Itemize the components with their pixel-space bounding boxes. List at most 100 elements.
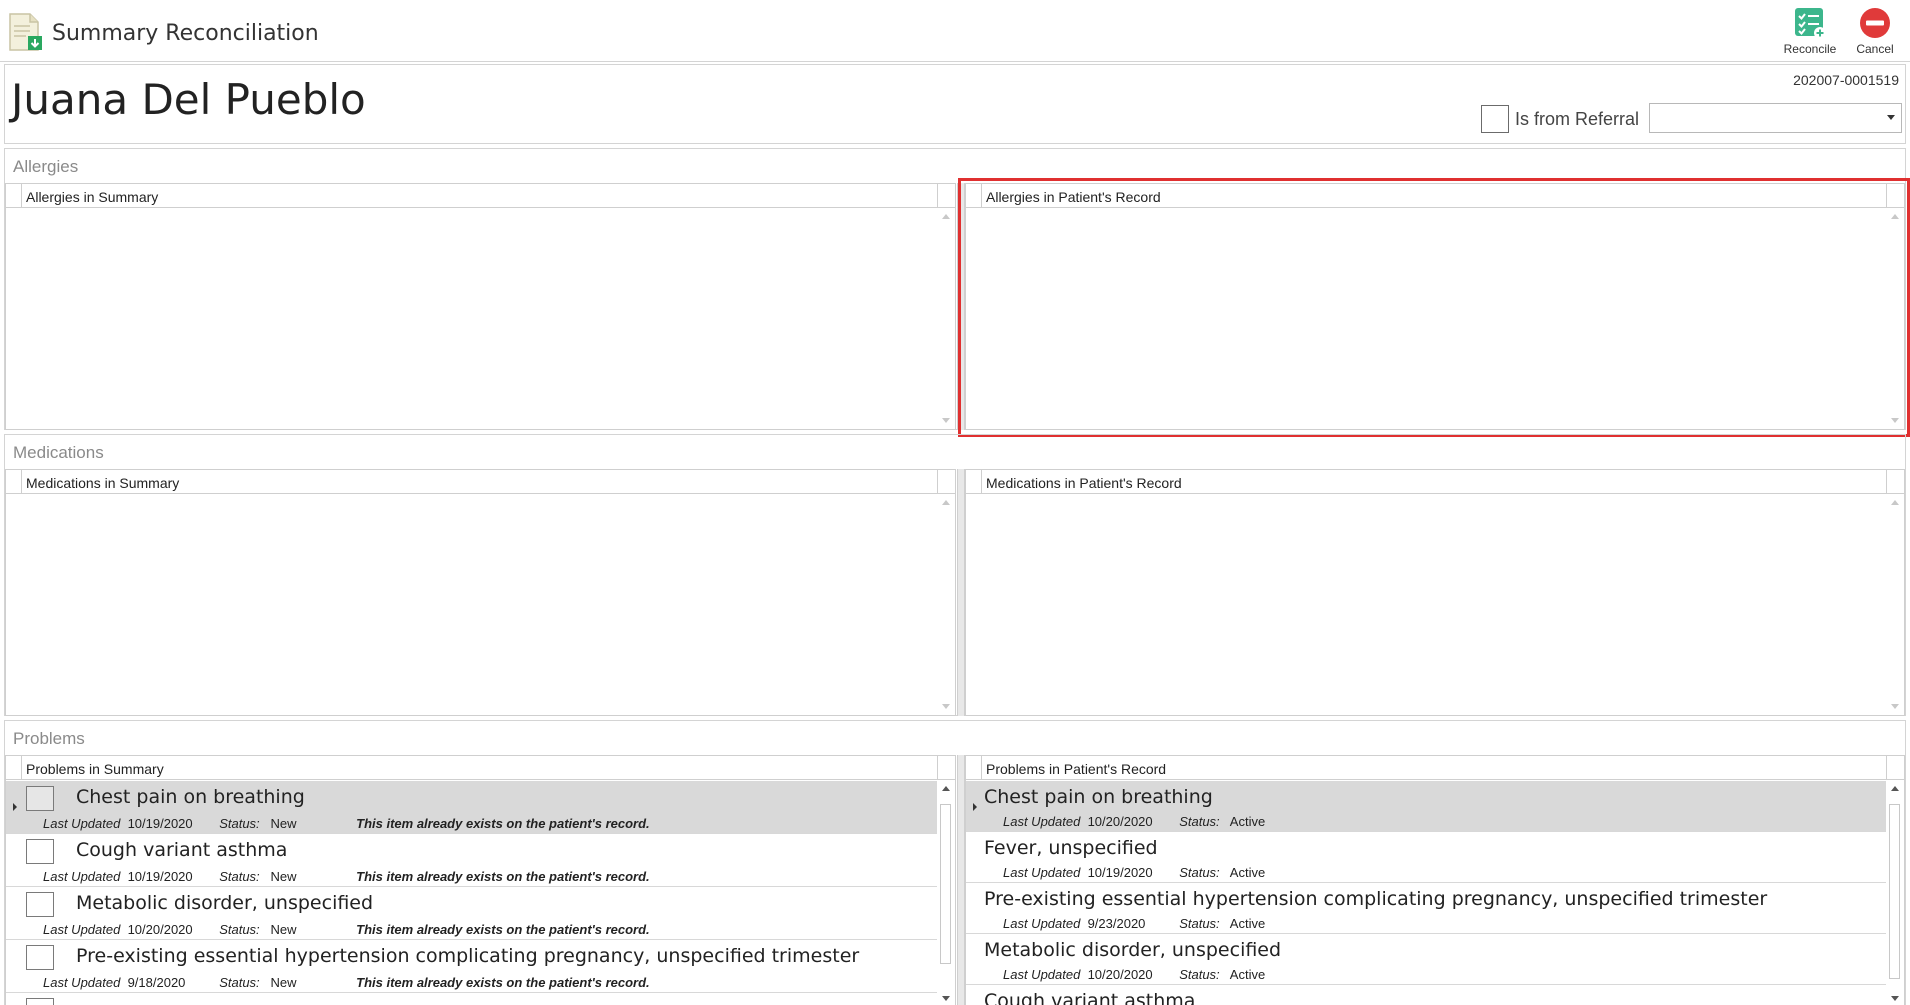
row-selector[interactable] (966, 985, 982, 1005)
scroll-down-icon[interactable] (942, 704, 950, 709)
scroll-down-icon[interactable] (1891, 996, 1899, 1001)
list-item[interactable]: Metabolic disorder, unspecified Last Upd… (966, 934, 1886, 985)
allergies-record-scrollbar[interactable] (1886, 208, 1904, 429)
scroll-up-icon[interactable] (1891, 214, 1899, 219)
last-updated-label: Last Updated (1003, 916, 1081, 931)
medications-summary-scrollbar[interactable] (937, 494, 955, 715)
reconcile-icon (1795, 8, 1826, 39)
problems-splitter[interactable] (957, 755, 965, 1005)
window-title: Summary Reconciliation (52, 21, 319, 46)
grid-header: Allergies in Patient's Record (966, 184, 1904, 208)
problems-summary-scrollbar[interactable] (937, 780, 955, 1005)
list-item[interactable]: Fever, unspecified Last Updated 10/19/20… (966, 832, 1886, 883)
header-corner (1886, 756, 1904, 780)
status-label: Status: (1179, 814, 1220, 829)
duplicate-note: This item already exists on the patient'… (356, 816, 650, 831)
row-selector[interactable] (6, 781, 22, 833)
reconcile-button[interactable]: Reconcile (1775, 4, 1845, 60)
item-checkbox[interactable] (26, 892, 54, 917)
medications-splitter[interactable] (957, 469, 965, 716)
scroll-up-icon[interactable] (1891, 500, 1899, 505)
list-item[interactable]: Chest pain on breathing Last Updated 10/… (966, 781, 1886, 832)
last-updated-label: Last Updated (43, 816, 121, 831)
medications-record-scrollbar[interactable] (1886, 494, 1904, 715)
list-item[interactable]: Pre-existing essential hypertension comp… (6, 940, 937, 993)
scroll-down-icon[interactable] (1891, 418, 1899, 423)
medications-summary-grid[interactable]: Medications in Summary (5, 469, 956, 716)
row-pointer-icon (973, 803, 977, 811)
scroll-down-icon[interactable] (942, 418, 950, 423)
last-updated-date: 10/20/2020 (127, 922, 193, 937)
medications-record-header: Medications in Patient's Record (986, 475, 1182, 491)
problem-name: Chest pain on breathing (76, 786, 305, 808)
record-number: 202007-0001519 (1793, 72, 1899, 88)
status-value: Active (1229, 865, 1266, 880)
status-label: Status: (219, 816, 260, 831)
allergies-splitter[interactable] (957, 183, 965, 430)
last-updated-label: Last Updated (1003, 814, 1081, 829)
status-value: New (270, 922, 297, 937)
item-checkbox[interactable] (26, 839, 54, 864)
scroll-up-icon[interactable] (1891, 786, 1899, 791)
reconcile-label: Reconcile (1783, 42, 1837, 56)
scrollbar-thumb[interactable] (1889, 804, 1900, 979)
header-corner (1886, 470, 1904, 494)
list-item[interactable] (6, 993, 937, 1005)
problems-record-grid[interactable]: Problems in Patient's Record Chest pain … (965, 755, 1905, 1005)
row-selector[interactable] (6, 834, 22, 886)
patient-header: Juana Del Pueblo 202007-0001519 Is from … (4, 64, 1906, 144)
row-header-cell (6, 756, 22, 780)
problem-meta: Last Updated 10/20/2020 Status: Active (1003, 967, 1265, 982)
scrollbar-thumb[interactable] (940, 804, 951, 964)
list-item[interactable]: Cough variant asthma Last Updated 10/19/… (6, 834, 937, 887)
allergies-section: Allergies Allergies in Summary Allergies… (4, 148, 1906, 430)
row-selector[interactable] (966, 934, 982, 984)
header-corner (937, 184, 955, 208)
medications-section: Medications Medications in Summary Medic… (4, 434, 1906, 716)
header-corner (937, 756, 955, 780)
problem-name: Metabolic disorder, unspecified (984, 939, 1282, 961)
patient-name: Juana Del Pueblo (11, 75, 366, 124)
item-checkbox[interactable] (26, 998, 54, 1005)
status-label: Status: (1179, 865, 1220, 880)
allergies-record-grid[interactable]: Allergies in Patient's Record (965, 183, 1905, 430)
problems-summary-grid[interactable]: Problems in Summary Chest pain on breath… (5, 755, 956, 1005)
problems-record-scrollbar[interactable] (1886, 780, 1904, 1005)
item-checkbox[interactable] (26, 945, 54, 970)
last-updated-label: Last Updated (1003, 865, 1081, 880)
header-corner (937, 470, 955, 494)
list-item[interactable]: Metabolic disorder, unspecified Last Upd… (6, 887, 937, 940)
last-updated-label: Last Updated (43, 975, 121, 990)
allergies-summary-grid[interactable]: Allergies in Summary (5, 183, 956, 430)
scroll-up-icon[interactable] (942, 786, 950, 791)
item-checkbox[interactable] (26, 786, 54, 811)
grid-header: Allergies in Summary (6, 184, 955, 208)
row-selector[interactable] (6, 940, 22, 992)
scroll-down-icon[interactable] (1891, 704, 1899, 709)
scroll-down-icon[interactable] (942, 996, 950, 1001)
grid-header: Medications in Summary (6, 470, 955, 494)
scroll-up-icon[interactable] (942, 214, 950, 219)
medications-record-grid[interactable]: Medications in Patient's Record (965, 469, 1905, 716)
grid-header: Medications in Patient's Record (966, 470, 1904, 494)
status-value: New (270, 975, 297, 990)
allergies-section-title: Allergies (13, 157, 79, 176)
status-value: New (270, 869, 297, 884)
status-label: Status: (219, 922, 260, 937)
problem-meta: Last Updated 10/19/2020 Status: New This… (43, 816, 650, 831)
list-item[interactable]: Chest pain on breathing Last Updated 10/… (6, 781, 937, 834)
referral-dropdown[interactable] (1649, 103, 1902, 133)
row-selector[interactable] (6, 993, 22, 1005)
row-selector[interactable] (6, 887, 22, 939)
row-selector[interactable] (966, 883, 982, 933)
list-item[interactable]: Cough variant asthma (966, 985, 1886, 1005)
is-from-referral-checkbox[interactable] (1481, 105, 1509, 133)
scroll-up-icon[interactable] (942, 500, 950, 505)
row-selector[interactable] (966, 781, 982, 831)
row-pointer-icon (13, 803, 17, 811)
cancel-button[interactable]: Cancel (1840, 4, 1910, 60)
row-selector[interactable] (966, 832, 982, 882)
row-header-cell (6, 184, 22, 208)
allergies-summary-scrollbar[interactable] (937, 208, 955, 429)
list-item[interactable]: Pre-existing essential hypertension comp… (966, 883, 1886, 934)
